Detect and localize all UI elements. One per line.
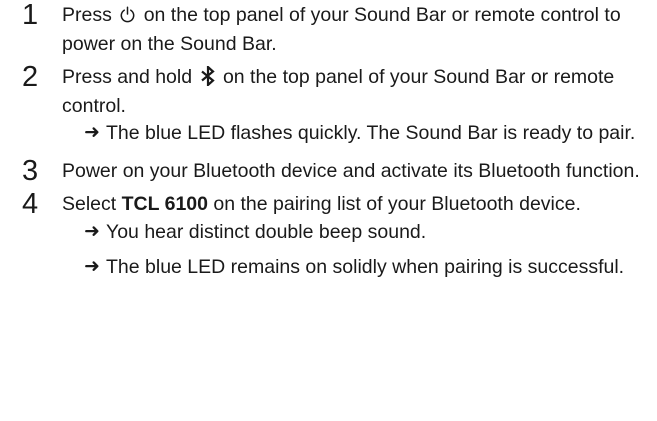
- step-text-part: on the pairing list of your Bluetooth de…: [213, 193, 581, 215]
- step-text: Press and hold on the top panel of your …: [62, 64, 657, 119]
- device-name: TCL 6100: [121, 193, 208, 215]
- step-text: Select TCL 6100 on the pairing list of y…: [62, 191, 657, 217]
- result-text: You hear distinct double beep sound.: [106, 221, 427, 243]
- step-result: ➜ You hear distinct double beep sound.: [0, 219, 657, 245]
- step-number: 4: [22, 188, 39, 220]
- step-result: ➜ The blue LED remains on solidly when p…: [0, 254, 657, 280]
- bluetooth-icon: [200, 64, 216, 93]
- power-icon: [119, 5, 136, 31]
- step-text-part: Press: [62, 4, 112, 26]
- step-text: Power on your Bluetooth device and activ…: [62, 160, 640, 182]
- step-number: 1: [22, 0, 39, 31]
- step-3: 3 Power on your Bluetooth device and act…: [0, 155, 657, 187]
- step-number: 2: [22, 61, 39, 93]
- step-text: Press on the top panel of your Sound Bar…: [62, 2, 657, 57]
- arrow-icon: ➜: [84, 221, 100, 242]
- result-text: The blue LED flashes quickly. The Sound …: [106, 122, 636, 144]
- step-2: 2 Press and hold on the top panel of you…: [0, 61, 657, 119]
- instruction-steps: 1 Press on the top panel of your Sound B…: [0, 0, 657, 280]
- step-number: 3: [22, 155, 39, 187]
- step-text-part: on the top panel of your Sound Bar or re…: [62, 4, 621, 55]
- step-1: 1 Press on the top panel of your Sound B…: [0, 0, 657, 57]
- step-text-part: Select: [62, 193, 117, 215]
- step-result: ➜ The blue LED flashes quickly. The Soun…: [0, 120, 657, 146]
- arrow-icon: ➜: [84, 256, 100, 277]
- arrow-icon: ➜: [84, 122, 100, 143]
- result-text: The blue LED remains on solidly when pai…: [106, 256, 625, 278]
- step-4: 4 Select TCL 6100 on the pairing list of…: [0, 188, 657, 220]
- step-text-part: Press and hold: [62, 66, 193, 88]
